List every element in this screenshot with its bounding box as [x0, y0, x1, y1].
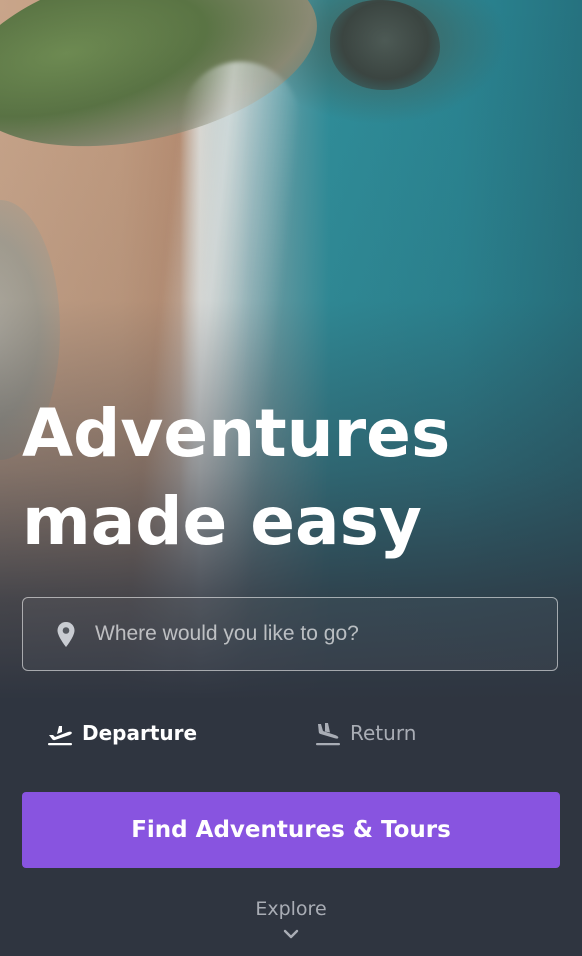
- destination-search[interactable]: [22, 597, 558, 671]
- headline: Adventures made easy: [22, 390, 450, 566]
- destination-input[interactable]: [95, 598, 535, 670]
- headline-line-2: made easy: [22, 483, 422, 560]
- plane-arrival-icon: [316, 723, 340, 746]
- map-pin-icon: [57, 622, 75, 647]
- return-button[interactable]: Return: [314, 715, 416, 751]
- plane-departure-icon: [48, 726, 72, 746]
- departure-button[interactable]: Departure: [46, 715, 197, 751]
- headline-line-1: Adventures: [22, 395, 451, 472]
- find-adventures-button[interactable]: Find Adventures & Tours: [22, 792, 560, 868]
- date-selector: Departure Return: [46, 715, 546, 751]
- return-label: Return: [350, 721, 417, 745]
- departure-label: Departure: [82, 721, 198, 745]
- explore-link[interactable]: Explore: [0, 896, 582, 940]
- chevron-down-icon: [283, 929, 299, 939]
- landing-screen: Adventures made easy Departure Return: [0, 0, 582, 956]
- explore-label: Explore: [255, 898, 327, 920]
